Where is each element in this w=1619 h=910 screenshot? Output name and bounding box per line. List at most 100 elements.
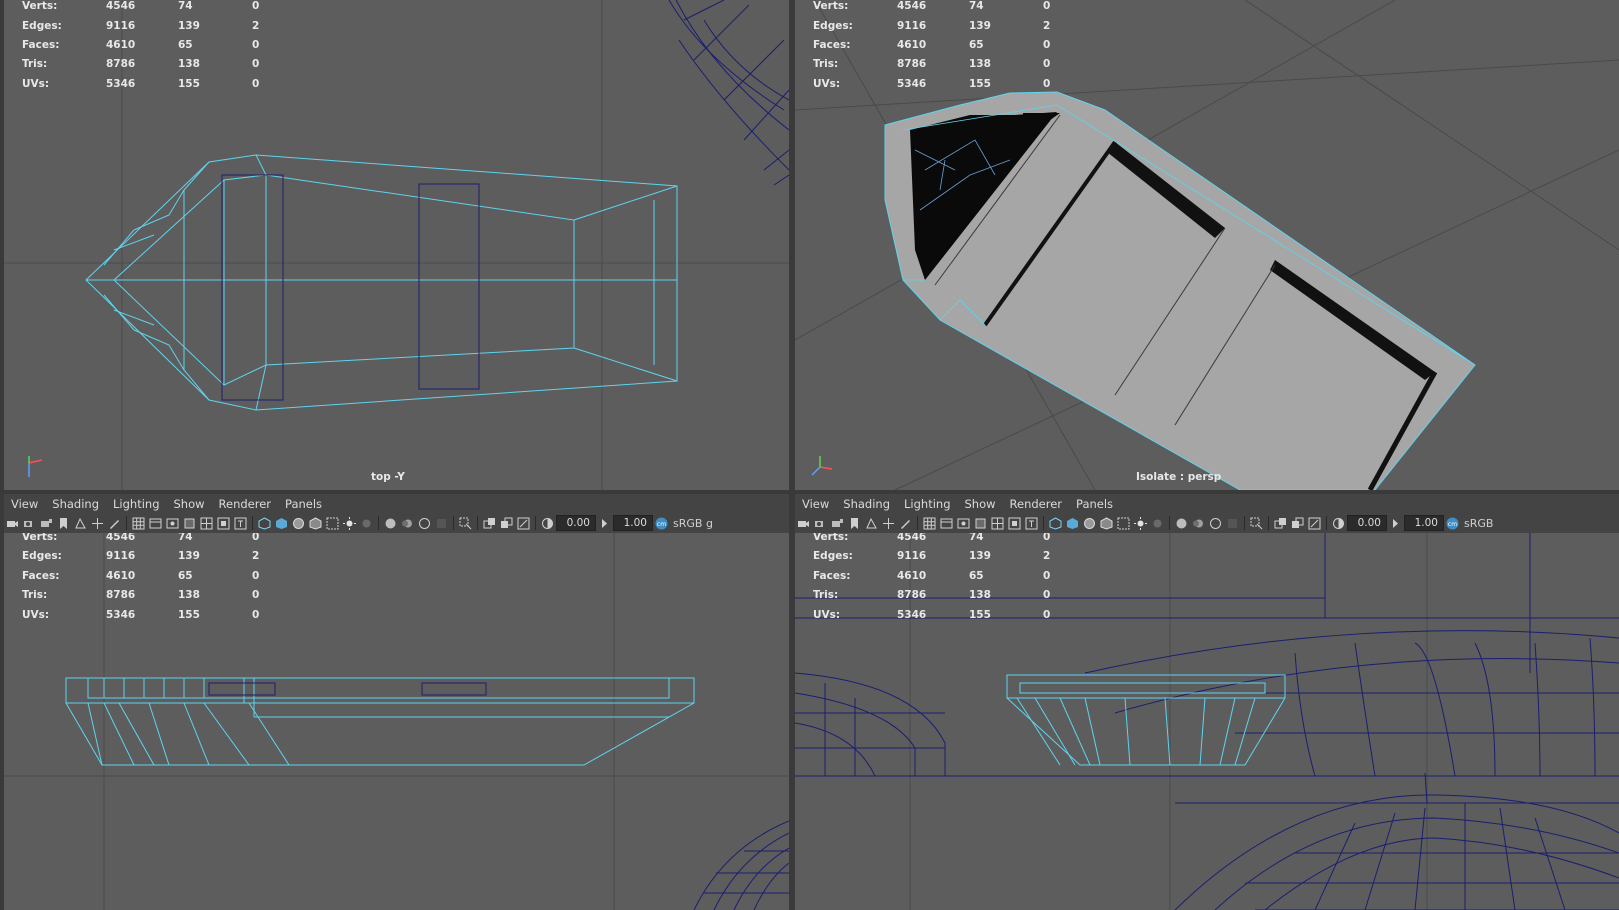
colorspace-icon[interactable]: cm [1446,517,1459,530]
menu-view[interactable]: View [795,497,836,511]
safe-action-icon[interactable] [1008,517,1021,530]
hud-label: Tris: [813,589,839,601]
anti-alias-icon[interactable] [1209,517,1222,530]
hud-extra: 0 [1043,39,1051,51]
hud-selected: 74 [969,0,984,12]
depth-of-field-icon[interactable] [435,517,448,530]
colorspace-icon[interactable]: cm [655,517,668,530]
gate-mask-icon[interactable] [183,517,196,530]
xray-active-icon[interactable] [1291,517,1304,530]
wireframe-icon[interactable] [1049,516,1062,530]
viewport-top-left[interactable]: Verts: 4546 74 0 Edges: 9116 139 2 Faces: 4610 6… [4,0,789,490]
hud-label: Edges: [813,550,853,562]
smooth-shade-icon[interactable] [1066,517,1079,530]
2d-pan-icon[interactable] [882,517,895,530]
isolate-icon[interactable] [1250,517,1263,530]
gamma-field[interactable]: 1.00 [613,515,653,531]
bookmark-camera-icon[interactable] [831,517,844,530]
bookmark-icon[interactable] [57,517,70,530]
camera-icon[interactable] [797,517,810,530]
gamma-field[interactable]: 1.00 [1404,515,1444,531]
grid-icon[interactable] [923,517,936,530]
xray-icon[interactable] [326,517,339,530]
exposure-icon[interactable] [541,517,554,530]
ambient-occlusion-icon[interactable] [384,517,397,530]
smooth-shade-icon[interactable] [275,517,288,530]
safe-action-icon[interactable] [217,517,230,530]
backface-culling-icon[interactable] [517,517,530,530]
xray-active-icon[interactable] [500,517,513,530]
resolution-gate-icon[interactable] [957,517,970,530]
toolbar-separator [1244,516,1245,530]
camera-label: top -Y [371,471,405,483]
menu-lighting[interactable]: Lighting [897,497,957,511]
viewport-bottom-left[interactable]: Verts: 4546 74 0 Edges: 9116 139 2 Faces: 4610 6… [4,533,789,910]
image-plane-icon[interactable] [74,517,87,530]
viewport-top-right[interactable]: Verts: 4546 74 0 Edges: 9116 139 2 Faces: 4610 6… [795,0,1619,490]
menu-panels[interactable]: Panels [1069,497,1120,511]
exposure-icon[interactable] [1332,517,1345,530]
safe-title-icon[interactable] [234,517,247,530]
grid-icon[interactable] [132,517,145,530]
menu-panels[interactable]: Panels [278,497,329,511]
menu-show[interactable]: Show [167,497,212,511]
hud-selected: 65 [969,39,984,51]
backface-culling-icon[interactable] [1308,517,1321,530]
hud-extra: 0 [1043,570,1051,582]
image-plane-icon[interactable] [865,517,878,530]
textured-icon[interactable] [309,516,322,530]
viewport-bottom-right[interactable]: Verts: 4546 74 0 Edges: 9116 139 2 Faces: 4610 6… [795,533,1619,910]
bookmark-camera-icon[interactable] [40,517,53,530]
toolbar-separator [1043,516,1044,530]
toolbar-separator [126,516,127,530]
film-gate-icon[interactable] [149,517,162,530]
menu-view[interactable]: View [4,497,45,511]
anti-alias-icon[interactable] [418,517,431,530]
exposure-field[interactable]: 0.00 [556,515,596,531]
camera-attributes-icon[interactable] [814,517,827,530]
field-chart-icon[interactable] [200,517,213,530]
field-chart-icon[interactable] [991,517,1004,530]
grease-pencil-icon[interactable] [108,517,121,530]
2d-pan-icon[interactable] [91,517,104,530]
isolate-icon[interactable] [459,517,472,530]
wireframe-icon[interactable] [258,516,271,530]
gamma-icon[interactable] [598,517,611,530]
menu-show[interactable]: Show [958,497,1003,511]
camera-label: Isolate : persp [1136,471,1222,483]
wireframe-on-shaded-icon[interactable] [292,517,305,530]
ambient-occlusion-icon[interactable] [1175,517,1188,530]
menu-shading[interactable]: Shading [45,497,106,511]
grease-pencil-icon[interactable] [899,517,912,530]
hud-selected: 155 [969,609,991,621]
wireframe-on-shaded-icon[interactable] [1083,517,1096,530]
menu-shading[interactable]: Shading [836,497,897,511]
shadows-icon[interactable] [1151,517,1164,530]
exposure-field[interactable]: 0.00 [1347,515,1387,531]
xray-joints-icon[interactable] [1274,517,1287,530]
xray-icon[interactable] [1117,517,1130,530]
colorspace-label[interactable]: sRGB g [673,517,713,530]
gamma-icon[interactable] [1389,517,1402,530]
shadows-icon[interactable] [360,517,373,530]
motion-blur-icon[interactable] [401,517,414,530]
motion-blur-icon[interactable] [1192,517,1205,530]
bookmark-icon[interactable] [848,517,861,530]
camera-attributes-icon[interactable] [23,517,36,530]
menu-renderer[interactable]: Renderer [1003,497,1070,511]
light-icon[interactable] [1134,516,1147,530]
safe-title-icon[interactable] [1025,517,1038,530]
textured-icon[interactable] [1100,516,1113,530]
hud-extra: 0 [252,58,260,70]
gate-mask-icon[interactable] [974,517,987,530]
menu-lighting[interactable]: Lighting [106,497,166,511]
camera-icon[interactable] [6,517,19,530]
light-icon[interactable] [343,516,356,530]
menu-renderer[interactable]: Renderer [212,497,279,511]
xray-joints-icon[interactable] [483,517,496,530]
depth-of-field-icon[interactable] [1226,517,1239,530]
hud-total: 4610 [106,39,136,51]
resolution-gate-icon[interactable] [166,517,179,530]
colorspace-label[interactable]: sRGB [1464,517,1493,530]
film-gate-icon[interactable] [940,517,953,530]
